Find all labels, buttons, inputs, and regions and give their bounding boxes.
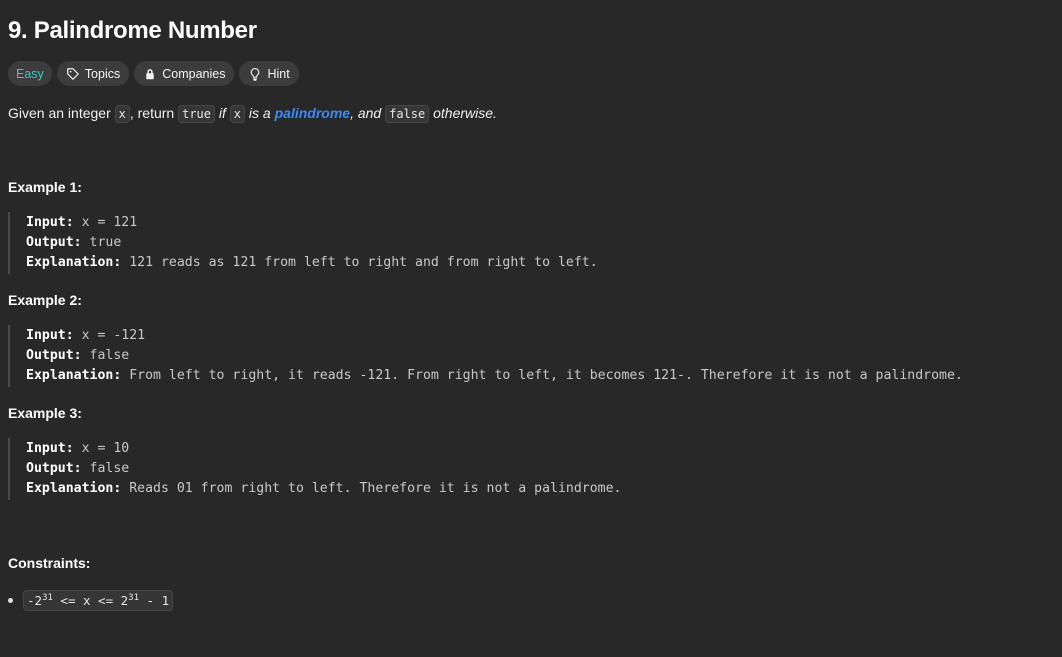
explanation-label: Explanation: (26, 481, 122, 496)
desc-text: , return (129, 105, 179, 121)
explanation-value: Reads 01 from right to left. Therefore i… (121, 481, 622, 496)
desc-text: , and (350, 105, 386, 121)
input-label: Input: (26, 215, 74, 230)
constraint-code: -231 <= x <= 231 - 1 (23, 590, 174, 611)
example-block: Input: x = 10 Output: false Explanation:… (8, 438, 621, 500)
output-label: Output: (26, 461, 82, 476)
inline-code: x (229, 105, 246, 123)
explanation-value: From left to right, it reads -121. From … (121, 368, 963, 383)
palindrome-link[interactable]: palindrome (275, 105, 350, 121)
example-block: Input: x = -121 Output: false Explanatio… (8, 325, 963, 387)
companies-label: Companies (162, 66, 226, 81)
output-label: Output: (26, 235, 82, 250)
hint-button[interactable]: Hint (239, 61, 299, 86)
input-label: Input: (26, 441, 74, 456)
constraint-text: <= x <= 2 (52, 593, 129, 608)
example-title: Example 3: (8, 405, 82, 421)
explanation-value: 121 reads as 121 from left to right and … (121, 255, 598, 270)
constraint-exponent: 31 (42, 592, 53, 603)
inline-code: false (385, 105, 430, 123)
desc-text: otherwise. (429, 105, 497, 121)
example-block: Input: x = 121 Output: true Explanation:… (8, 212, 598, 274)
bullet-icon (8, 598, 13, 603)
constraint-item: -231 <= x <= 231 - 1 (8, 590, 174, 611)
input-label: Input: (26, 328, 74, 343)
output-value: false (81, 461, 130, 476)
input-value: x = -121 (73, 328, 146, 343)
topics-button[interactable]: Topics (56, 61, 130, 86)
companies-button[interactable]: Companies (134, 61, 235, 86)
hint-label: Hint (267, 66, 290, 81)
input-value: x = 10 (73, 441, 130, 456)
example-title: Example 1: (8, 179, 82, 195)
output-value: true (81, 235, 122, 250)
topics-label: Topics (84, 66, 121, 81)
problem-description: Given an integer x, return true if x is … (8, 102, 497, 125)
output-label: Output: (26, 348, 82, 363)
input-value: x = 121 (73, 215, 138, 230)
inline-code: true (178, 105, 216, 123)
lock-icon (143, 67, 157, 81)
explanation-label: Explanation: (26, 368, 122, 383)
desc-text: if (215, 105, 230, 121)
constraint-text: -2 (27, 593, 43, 608)
constraint-exponent: 31 (128, 592, 140, 603)
constraint-text: - 1 (139, 593, 170, 608)
difficulty-label: Easy (16, 66, 44, 81)
desc-text: Given an integer (8, 105, 115, 121)
output-value: false (81, 348, 130, 363)
problem-title: 9. Palindrome Number (8, 17, 257, 44)
constraints-title: Constraints: (8, 555, 91, 571)
tag-icon (66, 67, 80, 81)
lightbulb-icon (248, 67, 262, 81)
problem-tags: Easy Topics Companies Hint (8, 61, 299, 86)
inline-code: x (114, 105, 130, 123)
desc-text: is a (245, 105, 275, 121)
example-title: Example 2: (8, 292, 82, 308)
difficulty-badge: Easy (8, 61, 52, 86)
explanation-label: Explanation: (26, 255, 122, 270)
